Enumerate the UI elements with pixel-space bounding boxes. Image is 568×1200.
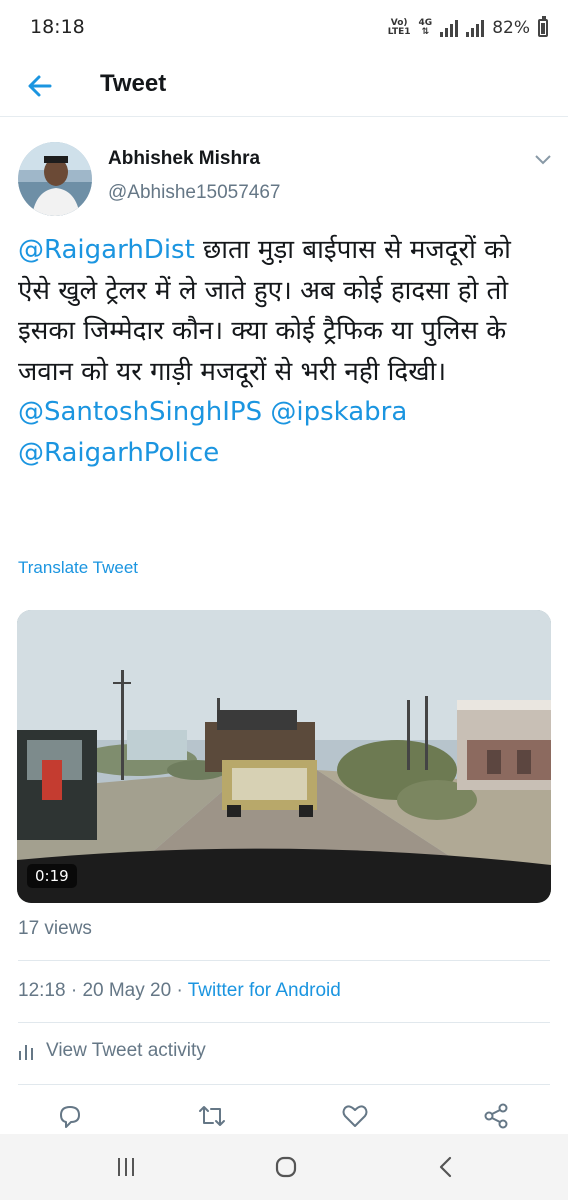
reply-icon	[60, 1106, 80, 1128]
bar-chart-icon	[19, 1045, 33, 1060]
tweet-time: 12:18	[18, 980, 66, 1001]
meta-separator: ·	[70, 980, 78, 1001]
reply-button[interactable]	[50, 1098, 90, 1134]
more-options-button[interactable]	[528, 148, 558, 172]
share-button[interactable]	[476, 1098, 516, 1134]
meta-separator: ·	[176, 980, 183, 1001]
chevron-down-icon	[535, 155, 551, 165]
battery-percent: 82%	[492, 18, 530, 38]
system-back-button[interactable]	[416, 1147, 476, 1187]
home-icon	[275, 1156, 297, 1178]
like-icon	[342, 1105, 368, 1127]
video-player[interactable]: 0:19	[17, 610, 551, 903]
tweet-date: 20 May 20	[82, 980, 172, 1001]
status-bar: 18:18 Vo) LTE1 4G ⇅ 82%	[0, 0, 568, 56]
avatar[interactable]	[18, 142, 92, 216]
avatar-image	[18, 142, 92, 216]
video-duration: 0:19	[27, 864, 77, 888]
lte-label: LTE1	[387, 27, 411, 37]
mention-link[interactable]: @RaigarhPolice	[18, 438, 219, 468]
activity-label: View Tweet activity	[46, 1040, 206, 1061]
back-button[interactable]	[20, 66, 60, 106]
signal-1-icon	[440, 19, 459, 37]
share-icon	[484, 1103, 508, 1129]
translate-tweet-link[interactable]: Translate Tweet	[18, 558, 138, 578]
tweet-text: @RaigarhDist छाता मुड़ा बाईपास से मजदूरो…	[18, 230, 548, 473]
video-thumbnail	[17, 610, 551, 903]
recent-apps-button[interactable]	[96, 1147, 156, 1187]
divider	[18, 960, 550, 961]
retweet-button[interactable]	[192, 1098, 232, 1134]
like-button[interactable]	[335, 1098, 375, 1134]
divider	[18, 1084, 550, 1085]
signal-2-icon	[466, 19, 485, 37]
system-nav-bar	[0, 1134, 568, 1200]
arrow-left-icon	[28, 75, 52, 97]
tweet-client-link[interactable]: Twitter for Android	[188, 980, 341, 1001]
mention-link[interactable]: @RaigarhDist	[18, 235, 195, 265]
author-name[interactable]: Abhishek Mishra	[108, 148, 260, 170]
view-tweet-activity-button[interactable]: View Tweet activity	[18, 1040, 206, 1062]
back-icon	[439, 1156, 452, 1178]
battery-icon	[538, 16, 548, 37]
mention-link[interactable]: @ipskabra	[270, 397, 407, 427]
retweet-icon	[199, 1106, 225, 1126]
divider	[18, 1022, 550, 1023]
mention-link[interactable]: @SantoshSinghIPS	[18, 397, 262, 427]
volte-indicator: Vo) LTE1	[388, 19, 411, 37]
author-handle[interactable]: @Abhishe15057467	[108, 182, 280, 204]
page-title: Tweet	[100, 70, 167, 97]
status-icons: Vo) LTE1 4G ⇅ 82%	[388, 14, 548, 42]
view-count: 17 views	[18, 918, 92, 939]
home-button[interactable]	[256, 1147, 316, 1187]
recent-apps-icon	[118, 1158, 134, 1176]
app-bar: Tweet	[0, 56, 568, 117]
network-type-indicator: 4G ⇅	[419, 19, 433, 37]
data-arrows-icon: ⇅	[421, 27, 430, 37]
status-time: 18:18	[30, 16, 85, 38]
tweet-meta: 12:18 · 20 May 20 · Twitter for Android	[18, 980, 341, 1002]
tweet-actions	[0, 1098, 568, 1134]
